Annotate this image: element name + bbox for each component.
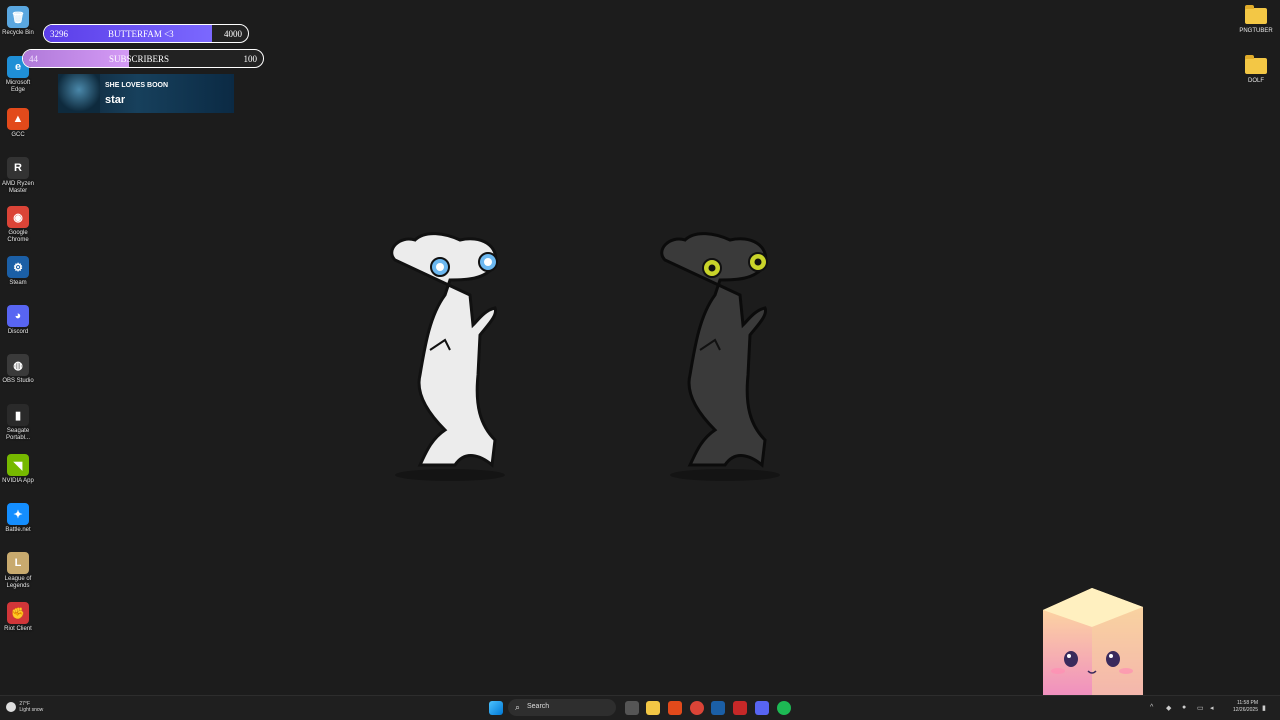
desktop-icon-label: Discord [7, 329, 29, 335]
folder-label: DOLF [1247, 78, 1264, 84]
goal-bar-subscribers: 44 SUBSCRIBERS 100 [22, 49, 264, 68]
clock-date: 12/26/2025 [1232, 707, 1258, 713]
app-icon: ✊ [7, 602, 29, 624]
stream-alert: SHE LOVES BOON star [58, 74, 234, 113]
notification-bell-icon[interactable]: ▮ [1262, 704, 1266, 712]
goal-title: SUBSCRIBERS [109, 53, 170, 64]
weather-widget[interactable]: 27°F Light snow [6, 701, 43, 713]
white-dragon-character [390, 232, 505, 481]
desktop-icon-gcc[interactable]: ▲ GCC [0, 108, 36, 139]
app-icon: ◉ [7, 206, 29, 228]
folder-icon [1245, 5, 1267, 24]
folder-label: PNGTUBER [1239, 28, 1273, 34]
pngtuber-butter-avatar [1043, 588, 1143, 696]
desktop-icon-seagate-portabl[interactable]: ▮ Seagate Portabl... [0, 404, 36, 442]
desktop-folder-pngtuber[interactable]: PNGTUBER [1236, 5, 1276, 34]
app-icon: L [7, 552, 29, 574]
taskbar-search[interactable]: ⌕ Search [508, 699, 616, 716]
chrome-taskbar-icon[interactable] [690, 701, 704, 715]
desktop-folder-dolf[interactable]: DOLF [1236, 55, 1276, 84]
search-label: Search [527, 703, 550, 710]
goal-title: BUTTERFAM <3 [108, 28, 174, 39]
desktop-icon-label: NVIDIA App [2, 478, 34, 484]
app-icon: ◕ [7, 305, 29, 327]
desktop-icon-label: Battle.net [5, 527, 31, 533]
desktop-icon-discord[interactable]: ◕ Discord [0, 305, 36, 336]
spotify-taskbar-icon[interactable] [777, 701, 791, 715]
tray-app-icon[interactable]: ◆ [1166, 704, 1171, 712]
alert-message: star [105, 94, 126, 106]
desktop-icon-riot-client[interactable]: ✊ Riot Client [0, 602, 36, 633]
app-icon: R [7, 157, 29, 179]
folder-icon [1245, 55, 1267, 74]
desktop-icon-google-chrome[interactable]: ◉ Google Chrome [0, 206, 36, 244]
tray-mic-icon[interactable]: ● [1182, 704, 1186, 711]
desktop-icon-battle-net[interactable]: ✦ Battle.net [0, 503, 36, 534]
gcc-taskbar-icon[interactable] [668, 701, 682, 715]
desktop-icon-label: Seagate Portabl... [5, 428, 30, 441]
desktop-icon-label: AMD Ryzen Master [1, 181, 34, 194]
app-icon: ◥ [7, 454, 29, 476]
file-explorer-icon[interactable] [646, 701, 660, 715]
desktop-icon-steam[interactable]: ⚙ Steam [0, 256, 36, 287]
app-icon: ◍ [7, 354, 29, 376]
clock-time: 11:58 PM [1236, 700, 1258, 706]
goal-current: 44 [29, 53, 38, 64]
app-icon: ▮ [7, 404, 29, 426]
start-button-icon[interactable] [489, 701, 503, 715]
desktop-icon-label: Steam [9, 280, 27, 286]
app-icon: 🗑 [7, 6, 29, 28]
steam-taskbar-icon[interactable] [711, 701, 725, 715]
tray-chevron-icon[interactable]: ^ [1150, 704, 1153, 711]
app-icon: ▲ [7, 108, 29, 130]
app-taskbar-icon[interactable] [733, 701, 747, 715]
desktop-icon-label: Recycle Bin [2, 30, 34, 36]
volume-icon[interactable]: ◂ [1210, 704, 1214, 712]
alert-title: SHE LOVES BOON [105, 82, 169, 89]
desktop-icon-label: Microsoft Edge [5, 80, 31, 93]
taskbar: 27°F Light snow ⌕ Search ^ ◆ ● ▭ ◂ 11:58… [0, 695, 1280, 720]
desktop-icon-label: GCC [11, 132, 25, 138]
desktop-icon-label: Google Chrome [7, 230, 29, 243]
network-icon[interactable]: ▭ [1197, 704, 1204, 712]
desktop-icon-obs-studio[interactable]: ◍ OBS Studio [0, 354, 36, 385]
snow-cloud-icon [6, 702, 16, 712]
desktop-icon-recycle-bin[interactable]: 🗑 Recycle Bin [0, 6, 36, 37]
search-icon: ⌕ [515, 702, 521, 712]
goal-target: 4000 [224, 28, 242, 39]
goal-bar-butterfam: 3296 BUTTERFAM <3 4000 [43, 24, 249, 43]
black-dragon-character [660, 232, 780, 481]
goal-current: 3296 [50, 28, 68, 39]
task-view-icon[interactable] [625, 701, 639, 715]
desktop-icon-label: OBS Studio [2, 378, 34, 384]
desktop-icon-amd-ryzen-master[interactable]: R AMD Ryzen Master [0, 157, 36, 195]
goal-target: 100 [243, 53, 258, 64]
discord-taskbar-icon[interactable] [755, 701, 769, 715]
app-icon: ✦ [7, 503, 29, 525]
desktop-icon-label: Riot Client [4, 626, 32, 632]
desktop-icon-league-of-legends[interactable]: L League of Legends [0, 552, 36, 590]
app-icon: ⚙ [7, 256, 29, 278]
weather-description: Light snow [19, 707, 44, 713]
alert-avatar [58, 74, 100, 113]
desktop-icon-nvidia-app[interactable]: ◥ NVIDIA App [0, 454, 36, 485]
taskbar-clock[interactable]: 11:58 PM 12/26/2025 [1233, 700, 1258, 714]
desktop-icon-label: League of Legends [4, 576, 32, 589]
